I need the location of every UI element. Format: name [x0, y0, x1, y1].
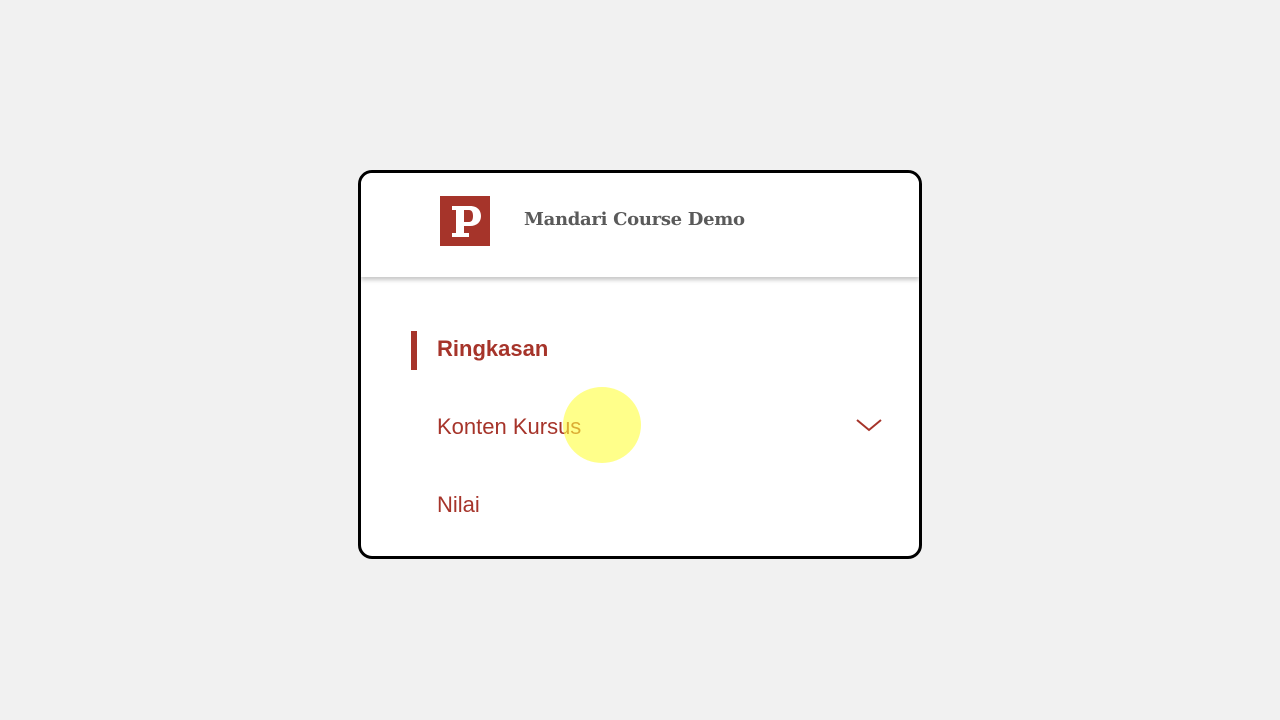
- course-menu-card: Mandari Course Demo Ringkasan Konten Kur…: [358, 170, 922, 559]
- course-nav: Ringkasan Konten Kursus Nilai: [361, 277, 919, 556]
- active-indicator: [411, 331, 417, 370]
- course-title[interactable]: Mandari Course Demo: [524, 209, 745, 230]
- logo-p-icon: [440, 196, 490, 246]
- nav-item-label: Nilai: [437, 492, 480, 517]
- nav-item-nilai[interactable]: Nilai: [361, 277, 919, 517]
- course-header: Mandari Course Demo: [361, 173, 919, 277]
- chevron-down-icon[interactable]: [855, 417, 883, 433]
- nav-item-label: Ringkasan: [437, 336, 549, 361]
- nav-item-label: Konten Kursus: [437, 414, 582, 439]
- course-logo[interactable]: [440, 196, 490, 246]
